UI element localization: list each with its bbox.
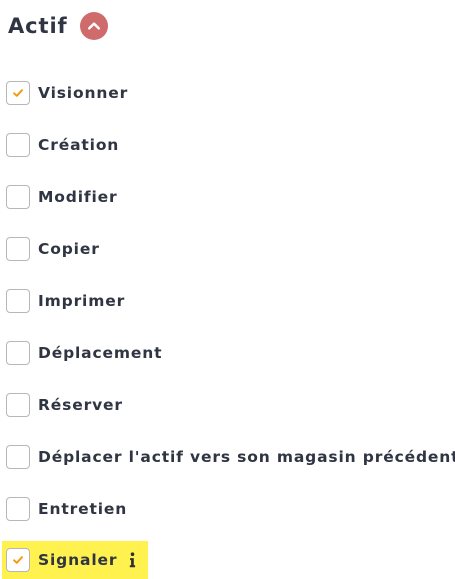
permission-creation[interactable]: Création — [6, 131, 119, 159]
permission-label: Réserver — [38, 396, 123, 414]
permission-label: Déplacer l'actif vers son magasin précéd… — [38, 448, 455, 466]
permission-copier[interactable]: Copier — [6, 235, 100, 263]
checkbox-unchecked[interactable] — [6, 237, 30, 261]
permission-list: Visionner Création Modifier Copier Impri… — [0, 0, 455, 579]
checkbox-unchecked[interactable] — [6, 289, 30, 313]
checkbox-unchecked[interactable] — [6, 341, 30, 365]
checkbox-unchecked[interactable] — [6, 133, 30, 157]
permission-modifier[interactable]: Modifier — [6, 183, 118, 211]
checkbox-unchecked[interactable] — [6, 445, 30, 469]
permission-deplacement[interactable]: Déplacement — [6, 339, 162, 367]
permission-label: Déplacement — [38, 344, 163, 362]
checkbox-unchecked[interactable] — [6, 393, 30, 417]
permission-label: Copier — [38, 240, 100, 258]
checkbox-checked[interactable] — [6, 548, 30, 572]
checkbox-checked[interactable] — [6, 81, 30, 105]
permission-label: Visionner — [38, 84, 129, 102]
checkbox-unchecked[interactable] — [6, 185, 30, 209]
permission-label: Signaler — [38, 551, 118, 569]
permission-visionner[interactable]: Visionner — [6, 79, 128, 107]
permission-deplacer-actif-magasin-precedent[interactable]: Déplacer l'actif vers son magasin précéd… — [6, 443, 455, 471]
permission-reserver[interactable]: Réserver — [6, 391, 123, 419]
check-icon — [11, 553, 25, 567]
permission-entretien[interactable]: Entretien — [6, 495, 127, 523]
permission-label: Entretien — [38, 500, 128, 518]
checkbox-unchecked[interactable] — [6, 497, 30, 521]
permission-label: Création — [38, 136, 120, 154]
permission-label: Imprimer — [38, 292, 126, 310]
permission-imprimer[interactable]: Imprimer — [6, 287, 125, 315]
permission-signaler[interactable]: Signaler — [2, 541, 149, 579]
info-icon[interactable] — [126, 551, 138, 569]
permission-label: Modifier — [38, 188, 118, 206]
check-icon — [11, 86, 25, 100]
permission-panel: Actif Visionner Création Modifier Copier… — [0, 0, 455, 579]
